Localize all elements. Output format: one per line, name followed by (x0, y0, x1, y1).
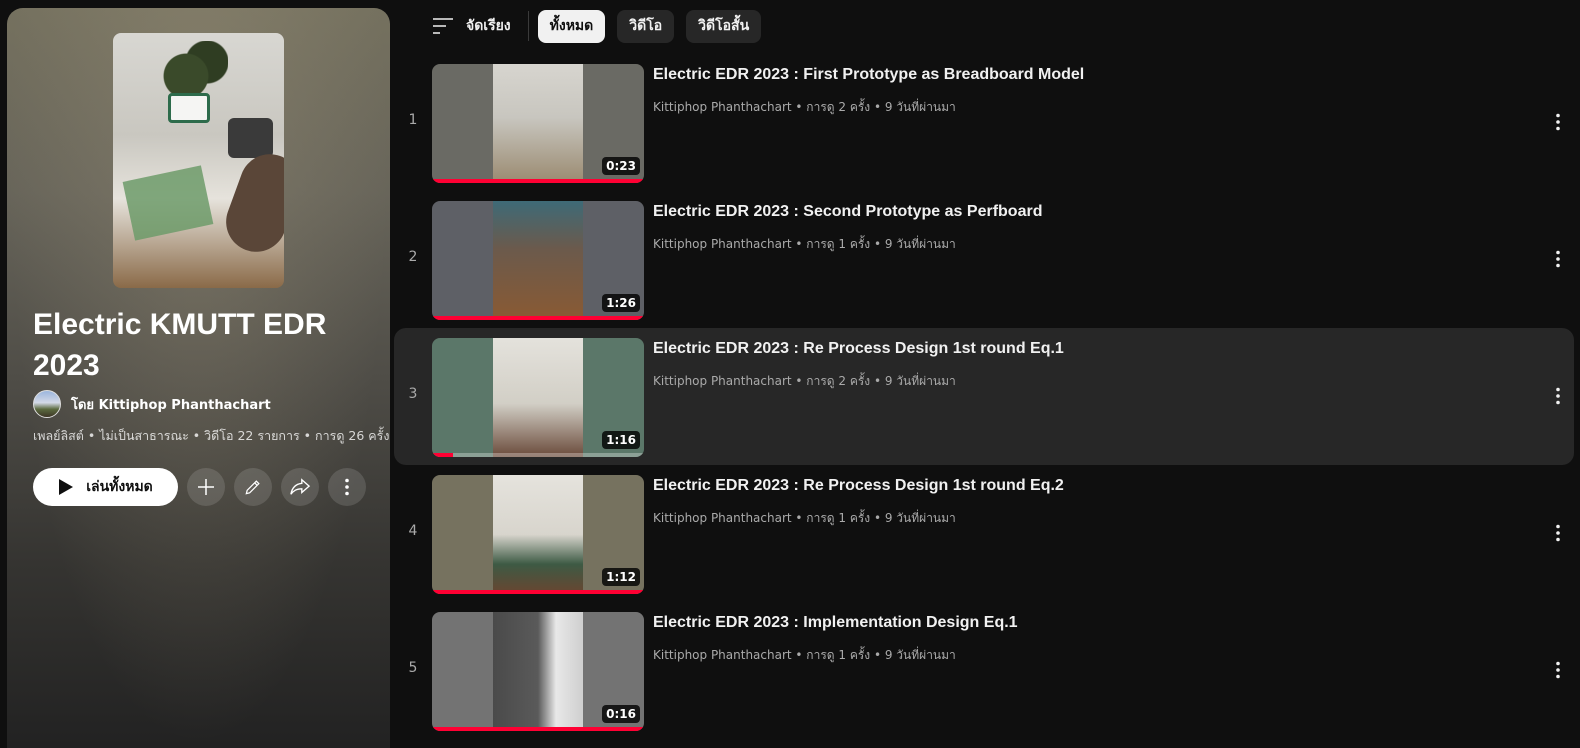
play-icon (59, 479, 74, 495)
video-duration: 1:12 (602, 568, 640, 586)
video-thumbnail[interactable]: 0:16 (432, 612, 644, 731)
playlist-actions: เล่นทั้งหมด (33, 468, 366, 506)
sort-button[interactable]: จัดเรียง (432, 11, 529, 41)
thumbnail-frame (493, 201, 583, 320)
more-vert-icon (1556, 113, 1560, 131)
list-item[interactable]: 5 0:16 Electric EDR 2023 : Implementatio… (394, 602, 1574, 739)
video-thumbnail[interactable]: 1:12 (432, 475, 644, 594)
edit-playlist-button[interactable] (234, 468, 272, 506)
more-vert-icon (345, 478, 349, 496)
video-more-button[interactable] (1546, 110, 1570, 134)
more-actions-button[interactable] (328, 468, 366, 506)
pencil-icon (245, 480, 260, 495)
filter-bar: จัดเรียง ทั้งหมด วิดีโอ วิดีโอสั้น (432, 9, 762, 43)
list-item[interactable]: 3 1:16 Electric EDR 2023 : Re Process De… (394, 328, 1574, 465)
video-index: 1 (408, 112, 418, 128)
play-all-label: เล่นทั้งหมด (86, 478, 153, 494)
playlist-header-panel: Electric KMUTT EDR 2023 โดย Kittiphop Ph… (7, 8, 390, 748)
cover-board (122, 165, 214, 241)
share-icon (290, 478, 311, 495)
video-duration: 1:16 (602, 431, 640, 449)
sort-icon (433, 18, 453, 34)
video-duration: 0:16 (602, 705, 640, 723)
video-title[interactable]: Electric EDR 2023 : Implementation Desig… (653, 614, 1018, 632)
video-index: 2 (408, 249, 418, 265)
video-thumbnail[interactable]: 1:16 (432, 338, 644, 457)
list-item[interactable]: 4 1:12 Electric EDR 2023 : Re Process De… (394, 465, 1574, 602)
chip-all[interactable]: ทั้งหมด (537, 9, 606, 43)
playlist-owner[interactable]: โดย Kittiphop Phanthachart (33, 390, 271, 418)
more-vert-icon (1556, 524, 1560, 542)
video-thumbnail[interactable]: 1:26 (432, 201, 644, 320)
video-title[interactable]: Electric EDR 2023 : First Prototype as B… (653, 66, 1084, 84)
more-vert-icon (1556, 250, 1560, 268)
video-title[interactable]: Electric EDR 2023 : Second Prototype as … (653, 203, 1042, 221)
playlist-meta: เพลย์ลิสต์ • ไม่เป็นสาธารณะ • วิดีโอ 22 … (33, 428, 390, 443)
more-vert-icon (1556, 661, 1560, 679)
playlist-cover-image[interactable] (113, 33, 284, 288)
video-meta: Kittiphop Phanthachart • การดู 2 ครั้ง •… (653, 100, 956, 114)
video-more-button[interactable] (1546, 247, 1570, 271)
watch-progress (432, 590, 644, 594)
watch-progress (432, 453, 644, 457)
video-index: 3 (408, 386, 418, 402)
avatar[interactable] (33, 390, 61, 418)
video-title[interactable]: Electric EDR 2023 : Re Process Design 1s… (653, 477, 1064, 495)
thumbnail-frame (493, 475, 583, 594)
plus-icon (198, 479, 214, 495)
video-index: 4 (408, 523, 418, 539)
watch-progress (432, 179, 644, 183)
watch-progress (432, 727, 644, 731)
share-button[interactable] (281, 468, 319, 506)
thumbnail-frame (493, 338, 583, 457)
chip-shorts[interactable]: วิดีโอสั้น (686, 9, 762, 43)
sort-label: จัดเรียง (466, 18, 511, 34)
play-all-button[interactable]: เล่นทั้งหมด (33, 468, 178, 506)
video-more-button[interactable] (1546, 384, 1570, 408)
thumbnail-frame (493, 64, 583, 183)
playlist-video-list: 1 0:23 Electric EDR 2023 : First Prototy… (394, 54, 1574, 739)
add-to-playlist-button[interactable] (187, 468, 225, 506)
list-item[interactable]: 2 1:26 Electric EDR 2023 : Second Protot… (394, 191, 1574, 328)
chip-videos[interactable]: วิดีโอ (617, 9, 675, 43)
video-meta: Kittiphop Phanthachart • การดู 2 ครั้ง •… (653, 374, 956, 388)
video-meta: Kittiphop Phanthachart • การดู 1 ครั้ง •… (653, 648, 956, 662)
video-meta: Kittiphop Phanthachart • การดู 1 ครั้ง •… (653, 511, 956, 525)
owner-name[interactable]: โดย Kittiphop Phanthachart (71, 394, 271, 415)
cover-motor (228, 118, 273, 158)
video-duration: 1:26 (602, 294, 640, 312)
video-thumbnail[interactable]: 0:23 (432, 64, 644, 183)
video-title[interactable]: Electric EDR 2023 : Re Process Design 1s… (653, 340, 1064, 358)
playlist-title: Electric KMUTT EDR 2023 (33, 308, 327, 382)
cover-pot (168, 93, 210, 123)
video-more-button[interactable] (1546, 521, 1570, 545)
video-duration: 0:23 (602, 157, 640, 175)
cover-arm (217, 145, 284, 261)
watch-progress (432, 316, 644, 320)
list-item[interactable]: 1 0:23 Electric EDR 2023 : First Prototy… (394, 54, 1574, 191)
video-index: 5 (408, 660, 418, 676)
thumbnail-frame (493, 612, 583, 731)
video-more-button[interactable] (1546, 658, 1570, 682)
video-meta: Kittiphop Phanthachart • การดู 1 ครั้ง •… (653, 237, 956, 251)
more-vert-icon (1556, 387, 1560, 405)
